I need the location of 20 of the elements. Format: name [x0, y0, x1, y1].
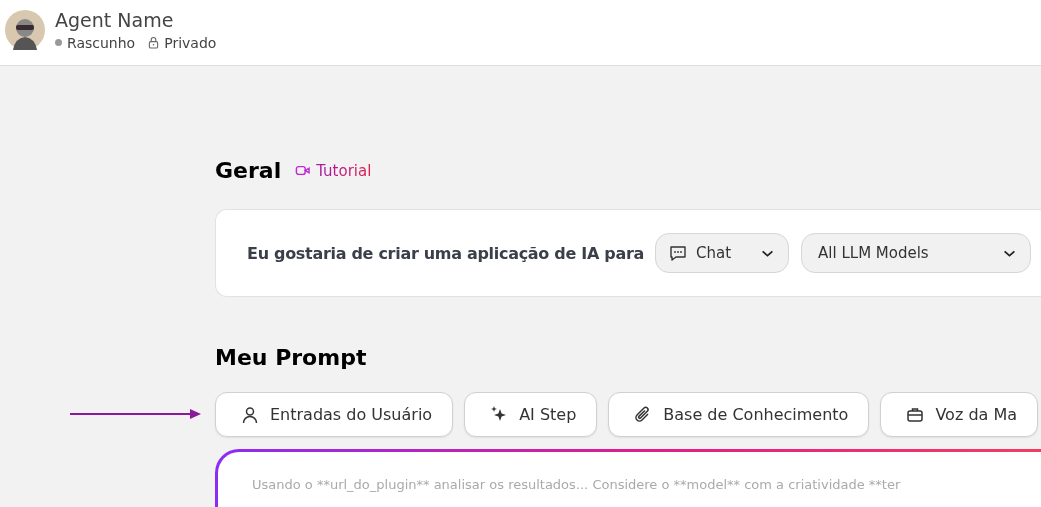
insert-button[interactable]: Base de Conhecimento: [608, 392, 870, 437]
sentence-label: Eu gostaria de criar uma aplicação de IA para: [247, 243, 645, 263]
lock-icon: [148, 36, 160, 49]
visibility-label: Privado: [164, 34, 217, 51]
insert-button[interactable]: AI Step: [464, 392, 598, 437]
insert-button[interactable]: Entradas do Usuário: [215, 392, 454, 437]
status-label: Rascunho: [67, 34, 136, 51]
person-icon: [240, 404, 260, 425]
section-title: Meu Prompt: [215, 345, 367, 370]
chevron-down-icon: [1003, 248, 1017, 258]
chat-bubble-icon: [668, 243, 689, 263]
insert-button[interactable]: Voz da Ma: [880, 392, 1039, 437]
avatar: [5, 9, 45, 50]
section-title: Geral: [215, 158, 282, 183]
chevron-down-icon: [761, 248, 775, 258]
app-type-dropdown[interactable]: Chat: [655, 233, 790, 273]
video-icon: [295, 165, 312, 176]
model-dropdown[interactable]: All LLM Models: [801, 233, 1032, 273]
agent-name: Agent Name: [55, 8, 175, 31]
status-dot-icon: [55, 39, 62, 46]
